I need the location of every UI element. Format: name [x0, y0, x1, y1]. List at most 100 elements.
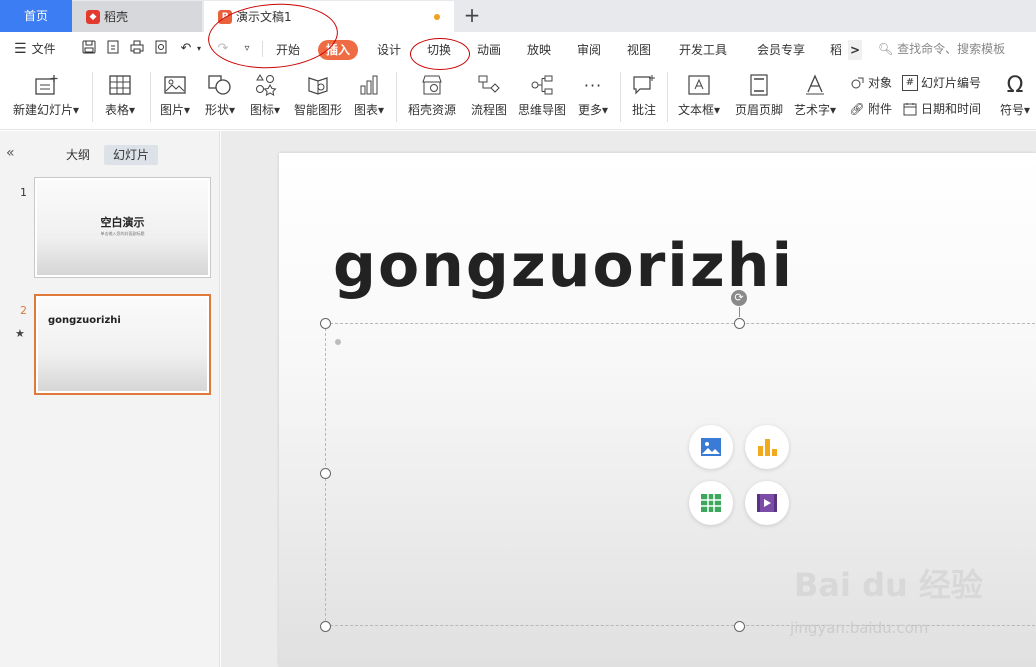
- mindmap-label: 思维导图: [517, 103, 566, 117]
- picture-icon: [156, 70, 194, 100]
- print-preview-icon[interactable]: [152, 40, 170, 58]
- smart-art-icon: [292, 70, 344, 100]
- tab-slideshow[interactable]: 放映: [527, 40, 551, 60]
- tab-insert[interactable]: 插入: [318, 40, 359, 60]
- tab-developer[interactable]: 开发工具: [679, 40, 727, 60]
- tab-docer-ribbon[interactable]: 稻壳: [830, 40, 848, 60]
- resize-handle-left[interactable]: [320, 468, 331, 479]
- calendar-icon: [902, 101, 918, 117]
- menu-bar: ☰ 文件 ↶ ▾ ↷ ▿ 开始 插入 设计 切换 动画 放映 审阅 视图 开发工…: [0, 32, 1036, 66]
- customize-toolbar-icon[interactable]: ▿: [238, 40, 256, 58]
- tab-document[interactable]: P 演示文稿1: [204, 1, 454, 32]
- chart-button[interactable]: 图表▾: [351, 70, 387, 120]
- wordart-button[interactable]: 艺术字▾: [791, 70, 839, 120]
- more-tabs-button[interactable]: >: [848, 40, 862, 60]
- insert-chart-icon[interactable]: [745, 425, 789, 469]
- tab-animation[interactable]: 动画: [477, 40, 501, 60]
- ribbon-separator: [620, 72, 621, 122]
- tab-outline[interactable]: 大纲: [57, 145, 99, 165]
- insert-video-icon[interactable]: [745, 481, 789, 525]
- chart-icon: [351, 70, 387, 100]
- resize-handle-top[interactable]: [734, 318, 745, 329]
- more-button[interactable]: ··· 更多▾: [575, 70, 611, 120]
- table-button[interactable]: 表格▾: [100, 70, 140, 120]
- wordart-label: 艺术字▾: [793, 103, 837, 117]
- redo-icon[interactable]: ↷: [214, 40, 232, 58]
- ribbon-separator: [150, 72, 151, 122]
- search-command[interactable]: 🔍︎ 查找命令、搜索模板: [878, 40, 1005, 58]
- ribbon-separator: [396, 72, 397, 122]
- icon-button[interactable]: 图标▾: [246, 70, 284, 120]
- new-tab-button[interactable]: +: [462, 4, 482, 28]
- new-slide-icon: [10, 70, 82, 100]
- flowchart-button[interactable]: 流程图: [468, 70, 510, 120]
- slide-thumbnail-1[interactable]: 空白演示 单击输入您的封面副标题: [34, 177, 211, 278]
- header-footer-button[interactable]: 页眉页脚: [732, 70, 786, 120]
- textbox-button[interactable]: 文本框▾: [674, 70, 724, 120]
- slide-thumbnail-2[interactable]: gongzuorizhi: [34, 294, 211, 395]
- insert-table-icon[interactable]: [689, 481, 733, 525]
- menu-separator: [262, 41, 263, 57]
- print-icon[interactable]: [128, 40, 146, 58]
- tab-slides[interactable]: 幻灯片: [104, 145, 159, 165]
- object-button[interactable]: 对象: [849, 74, 892, 91]
- rotate-handle-icon[interactable]: ⟳: [731, 290, 747, 306]
- shape-button[interactable]: 形状▾: [201, 70, 239, 120]
- rotate-stem: [739, 307, 740, 317]
- shape-label: 形状▾: [204, 103, 236, 117]
- shape-icon: [201, 70, 239, 100]
- header-footer-icon: [732, 70, 786, 100]
- new-slide-button[interactable]: 新建幻灯片▾: [10, 70, 82, 120]
- slide-number-button[interactable]: # 幻灯片编号: [902, 74, 981, 91]
- picture-label: 图片▾: [159, 103, 191, 117]
- bullet-icon: [335, 339, 341, 345]
- tab-home[interactable]: 首页: [0, 0, 72, 32]
- slides-pane: « 大纲 幻灯片 1 空白演示 单击输入您的封面副标题 2 ★ gongzuor…: [0, 131, 220, 667]
- object-label: 对象: [868, 76, 893, 90]
- slide-number-icon: #: [902, 74, 918, 91]
- docer-resources-button[interactable]: 稻壳资源: [404, 70, 460, 120]
- resize-handle-top-left[interactable]: [320, 318, 331, 329]
- slide-title[interactable]: gongzuorizhi: [333, 231, 794, 301]
- comment-button[interactable]: 批注: [628, 70, 660, 120]
- attachment-button[interactable]: 🔗︎ 附件: [849, 100, 892, 117]
- resize-handle-bottom[interactable]: [734, 621, 745, 632]
- tab-design[interactable]: 设计: [377, 40, 401, 60]
- mindmap-icon: [516, 70, 568, 100]
- new-slide-label: 新建幻灯片▾: [12, 103, 80, 117]
- baidu-watermark-url: jingyan.baidu.com: [790, 619, 929, 637]
- save-icon[interactable]: [80, 40, 98, 58]
- tab-home-ribbon[interactable]: 开始: [276, 40, 300, 60]
- presentation-icon: P: [218, 9, 232, 24]
- wordart-icon: [791, 70, 839, 100]
- icons-library-icon: [246, 70, 284, 100]
- more-dots-icon: ···: [583, 75, 603, 95]
- file-menu-button[interactable]: ☰ 文件: [14, 40, 56, 57]
- slide-number-2: 2: [20, 304, 27, 317]
- thumb-1-subtitle: 单击输入您的封面副标题: [100, 231, 145, 236]
- mindmap-button[interactable]: 思维导图: [516, 70, 568, 120]
- symbol-button[interactable]: Ω 符号▾: [998, 70, 1032, 120]
- resize-handle-bottom-left[interactable]: [320, 621, 331, 632]
- icon-label: 图标▾: [249, 103, 281, 117]
- export-pdf-icon[interactable]: [104, 40, 122, 58]
- textbox-icon: [674, 70, 724, 100]
- smart-art-button[interactable]: 智能图形: [292, 70, 344, 120]
- insert-picture-icon[interactable]: [689, 425, 733, 469]
- date-time-label: 日期和时间: [921, 102, 982, 116]
- undo-dropdown-icon[interactable]: ▾: [194, 40, 204, 58]
- tab-view[interactable]: 视图: [627, 40, 651, 60]
- more-label: 更多▾: [577, 103, 609, 117]
- ribbon-separator: [92, 72, 93, 122]
- tab-transition[interactable]: 切换: [427, 40, 451, 60]
- tab-document-label: 演示文稿1: [236, 10, 292, 24]
- tab-docer[interactable]: ◆ 稻壳: [72, 1, 202, 32]
- docer-resources-icon: [404, 70, 460, 100]
- collapse-pane-icon[interactable]: «: [6, 145, 15, 161]
- undo-icon[interactable]: ↶: [177, 40, 195, 58]
- picture-button[interactable]: 图片▾: [156, 70, 194, 120]
- date-time-button[interactable]: 日期和时间: [902, 100, 981, 117]
- tab-member[interactable]: 会员专享: [757, 40, 805, 60]
- tab-review[interactable]: 审阅: [577, 40, 601, 60]
- attachment-icon: 🔗︎: [849, 101, 865, 116]
